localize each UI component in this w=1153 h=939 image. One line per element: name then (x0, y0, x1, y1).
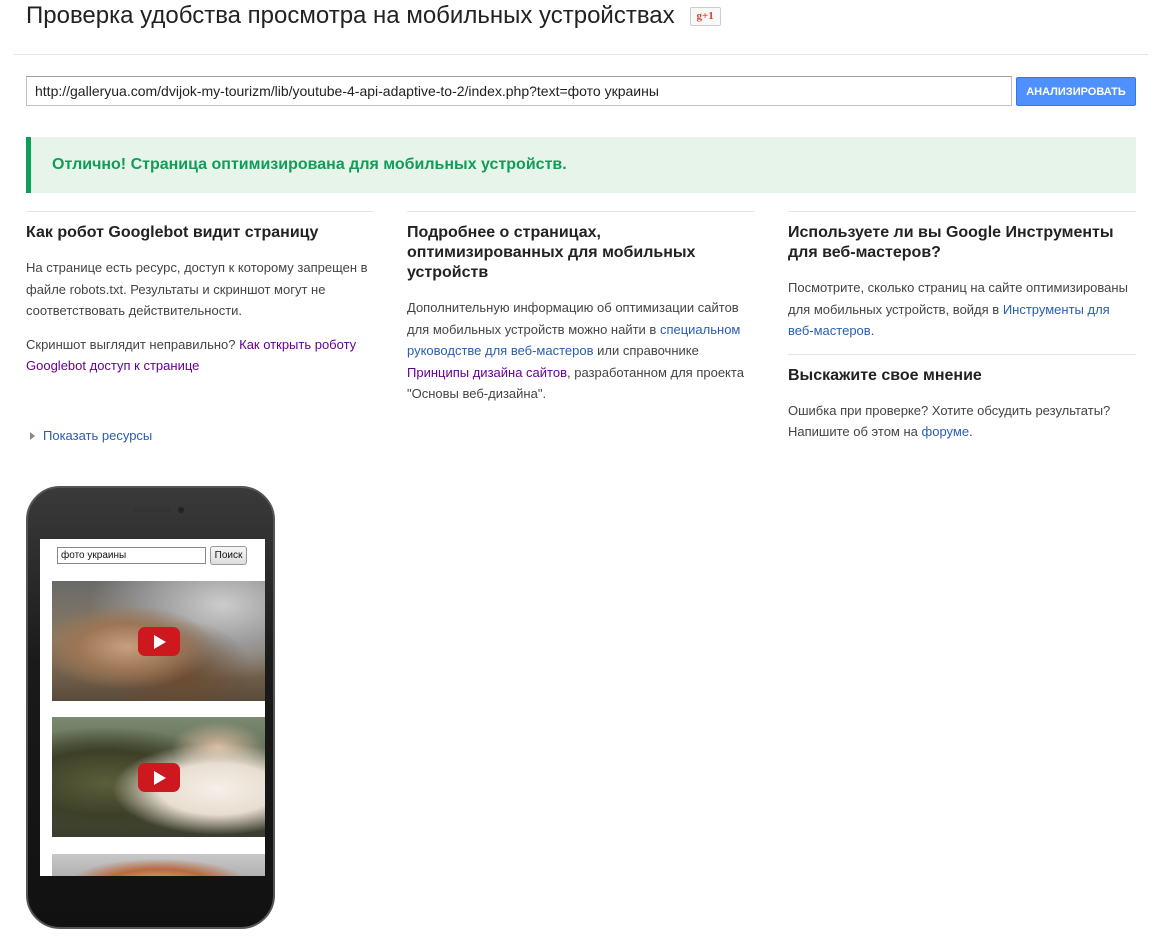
feedback-subsection: Выскажите свое мнение Ошибка при проверк… (788, 353, 1136, 443)
phone-camera-icon (178, 507, 184, 513)
webmaster-tools-text: Посмотрите, сколько страниц на сайте опт… (788, 277, 1136, 342)
mobile-info-text: Дополнительную информацию об оптимизации… (407, 297, 754, 405)
play-button-icon (137, 627, 180, 656)
page-title: Проверка удобства просмотра на мобильных… (26, 2, 675, 29)
video-thumbnail (52, 581, 265, 701)
video-thumbnail (52, 717, 265, 837)
feedback-heading: Выскажите свое мнение (788, 366, 982, 384)
webmaster-tools-heading: Используете ли вы Google Инструменты для… (788, 224, 1114, 261)
show-resources-toggle[interactable]: Показать ресурсы (30, 428, 152, 443)
forum-link[interactable]: форуме (922, 424, 970, 439)
feedback-text: Ошибка при проверке? Хотите обсудить рез… (788, 400, 1136, 443)
google-plus-one-button[interactable]: g+1 (689, 6, 721, 26)
phone-screenshot: фото украины Поиск (40, 539, 265, 876)
mobile-info-heading: Подробнее о страницах, оптимизированных … (407, 224, 696, 281)
header-divider (14, 54, 1148, 55)
webmaster-tools-section: Используете ли вы Google Инструменты для… (788, 211, 1136, 455)
robots-warning-text: На странице есть ресурс, доступ к которо… (26, 260, 368, 318)
url-input[interactable]: http://galleryua.com/dvijok-my-tourizm/l… (26, 76, 1012, 106)
preview-search-button: Поиск (210, 546, 247, 565)
expand-arrow-icon (30, 431, 35, 440)
mobile-info-text-2: или справочнике (593, 343, 699, 358)
result-message: Отлично! Страница оптимизирована для моб… (52, 156, 567, 173)
screenshot-help-prefix: Скриншот выглядит неправильно? (26, 336, 240, 352)
googlebot-heading: Как робот Googlebot видит страницу (26, 224, 319, 241)
page-header: Проверка удобства просмотра на мобильных… (26, 0, 721, 32)
screenshot-help-text: Скриншот выглядит неправильно? Как откры… (26, 334, 373, 377)
video-thumbnail (52, 854, 265, 876)
phone-preview: фото украины Поиск (26, 486, 275, 929)
mobile-info-section: Подробнее о страницах, оптимизированных … (407, 211, 754, 417)
feedback-text-end: . (969, 424, 973, 439)
play-button-icon (137, 763, 180, 792)
preview-search-input: фото украины (57, 547, 206, 564)
webmaster-tools-text-end: . (870, 323, 875, 338)
show-resources-label: Показать ресурсы (43, 428, 153, 443)
analyze-button[interactable]: АНАЛИЗИРОВАТЬ (1016, 77, 1136, 106)
design-principles-link[interactable]: Принципы дизайна сайтов (407, 365, 567, 380)
phone-speaker-icon (134, 508, 170, 512)
result-banner: Отлично! Страница оптимизирована для моб… (26, 137, 1136, 193)
googlebot-view-section: Как робот Googlebot видит страницу На ст… (26, 211, 373, 389)
